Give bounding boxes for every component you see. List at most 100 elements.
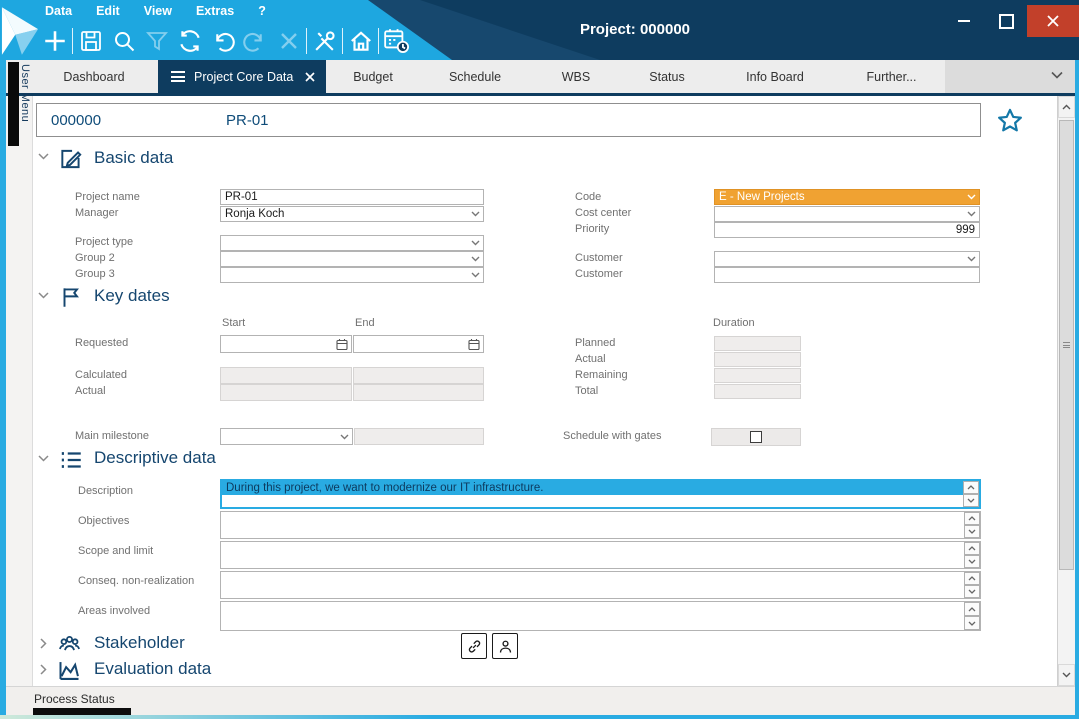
person-button[interactable] xyxy=(492,633,518,659)
field-label: Manager xyxy=(75,207,118,219)
scroll-up-button[interactable] xyxy=(963,481,979,494)
maximize-button[interactable] xyxy=(985,5,1027,37)
tab-label: Further... xyxy=(866,70,916,84)
priority-input[interactable] xyxy=(714,222,980,238)
toolbar-separator xyxy=(378,28,379,54)
chevron-down-icon xyxy=(340,434,349,440)
menu-data[interactable]: Data xyxy=(45,4,72,18)
customer-select[interactable] xyxy=(714,251,980,267)
evaluation-chart-icon xyxy=(56,657,83,684)
project-name-input[interactable] xyxy=(220,189,484,205)
tab-project-core-data[interactable]: Project Core Data xyxy=(158,60,326,93)
expand-chevron-icon[interactable] xyxy=(40,638,47,649)
save-icon[interactable] xyxy=(74,25,107,57)
vertical-scrollbar[interactable] xyxy=(1057,96,1075,686)
tab-status[interactable]: Status xyxy=(622,60,712,93)
expand-chevron-icon[interactable] xyxy=(40,664,47,675)
scroll-up-button[interactable] xyxy=(964,572,980,585)
customer-input[interactable] xyxy=(714,267,980,283)
tab-further[interactable]: Further... xyxy=(838,60,945,93)
scroll-down-button[interactable] xyxy=(964,525,980,538)
maximize-icon xyxy=(999,14,1014,29)
project-type-select[interactable] xyxy=(220,235,484,251)
scrollbar-down-button[interactable] xyxy=(1058,664,1075,686)
code-select[interactable]: E - New Projects xyxy=(714,189,980,205)
filter-icon[interactable] xyxy=(140,25,173,57)
link-button[interactable] xyxy=(461,633,487,659)
cost-center-select[interactable] xyxy=(714,206,980,222)
menu-help[interactable]: ? xyxy=(258,4,266,18)
section-evaluation-data[interactable]: Evaluation data xyxy=(94,659,211,679)
undo-icon[interactable] xyxy=(206,25,239,57)
scrollbar-thumb[interactable] xyxy=(1059,120,1074,570)
tab-schedule[interactable]: Schedule xyxy=(420,60,530,93)
requested-start-date-input[interactable] xyxy=(220,335,352,353)
row-label: Remaining xyxy=(575,369,628,381)
window-title: Project: 000000 xyxy=(530,21,740,38)
planning-calendar-icon[interactable] xyxy=(380,25,413,57)
scroll-down-button[interactable] xyxy=(964,555,980,568)
menu-edit[interactable]: Edit xyxy=(96,4,120,18)
tab-close-icon[interactable] xyxy=(305,72,315,82)
textarea-spinner xyxy=(964,512,980,538)
collapse-chevron-icon[interactable] xyxy=(38,455,49,462)
manager-select[interactable]: Ronja Koch xyxy=(220,206,484,222)
row-label: Calculated xyxy=(75,369,127,381)
window-border-right xyxy=(1075,60,1079,719)
menu-extras[interactable]: Extras xyxy=(196,4,234,18)
section-stakeholder[interactable]: Stakeholder xyxy=(94,633,185,653)
minimize-button[interactable] xyxy=(943,5,985,37)
scroll-down-button[interactable] xyxy=(963,494,979,507)
scope-and-limit-textarea[interactable] xyxy=(220,541,981,569)
actual-end-field xyxy=(353,384,484,401)
section-descriptive-data[interactable]: Descriptive data xyxy=(94,448,216,468)
column-header-start: Start xyxy=(222,317,245,329)
tools-icon[interactable] xyxy=(308,25,341,57)
field-label: Customer xyxy=(575,268,623,280)
conseq-non-realization-textarea[interactable] xyxy=(220,571,981,599)
schedule-with-gates-checkbox[interactable] xyxy=(750,431,762,443)
chevron-down-icon xyxy=(471,272,480,278)
section-key-dates[interactable]: Key dates xyxy=(94,286,170,306)
column-header-duration: Duration xyxy=(713,317,755,329)
tab-dashboard[interactable]: Dashboard xyxy=(30,60,158,93)
group2-select[interactable] xyxy=(220,251,484,267)
tab-menu-icon[interactable] xyxy=(171,69,185,85)
tab-overflow-dropdown[interactable] xyxy=(945,60,1075,93)
cancel-icon[interactable] xyxy=(272,25,305,57)
menu-bar: Data Edit View Extras ? xyxy=(45,4,266,18)
description-textarea[interactable]: During this project, we want to moderniz… xyxy=(220,479,981,509)
tab-label: Dashboard xyxy=(63,70,124,84)
scroll-down-button[interactable] xyxy=(964,585,980,598)
group3-select[interactable] xyxy=(220,267,484,283)
new-icon[interactable] xyxy=(38,25,71,57)
objectives-textarea[interactable] xyxy=(220,511,981,539)
tab-budget[interactable]: Budget xyxy=(326,60,420,93)
collapse-chevron-icon[interactable] xyxy=(38,153,49,160)
scroll-down-button[interactable] xyxy=(964,616,980,630)
chevron-down-icon xyxy=(471,240,480,246)
main-milestone-select[interactable] xyxy=(220,428,353,445)
scrollbar-up-button[interactable] xyxy=(1058,96,1075,118)
section-basic-data[interactable]: Basic data xyxy=(94,148,173,168)
tab-wbs[interactable]: WBS xyxy=(530,60,622,93)
menu-view[interactable]: View xyxy=(144,4,172,18)
user-menu-label[interactable]: User Menu xyxy=(19,64,31,122)
collapse-chevron-icon[interactable] xyxy=(38,292,49,299)
tab-label: Budget xyxy=(353,70,393,84)
column-header-end: End xyxy=(355,317,375,329)
areas-involved-textarea[interactable] xyxy=(220,601,981,631)
refresh-icon[interactable] xyxy=(173,25,206,57)
search-icon[interactable] xyxy=(107,25,140,57)
close-button[interactable] xyxy=(1027,5,1079,37)
user-menu-tab[interactable] xyxy=(8,62,19,146)
requested-end-date-input[interactable] xyxy=(353,335,484,353)
scroll-up-button[interactable] xyxy=(964,602,980,616)
toolbar-separator xyxy=(72,28,73,54)
home-icon[interactable] xyxy=(344,25,377,57)
tab-info-board[interactable]: Info Board xyxy=(712,60,838,93)
scroll-up-button[interactable] xyxy=(964,512,980,525)
favorite-star-icon[interactable] xyxy=(996,107,1024,135)
redo-icon[interactable] xyxy=(239,25,272,57)
scroll-up-button[interactable] xyxy=(964,542,980,555)
